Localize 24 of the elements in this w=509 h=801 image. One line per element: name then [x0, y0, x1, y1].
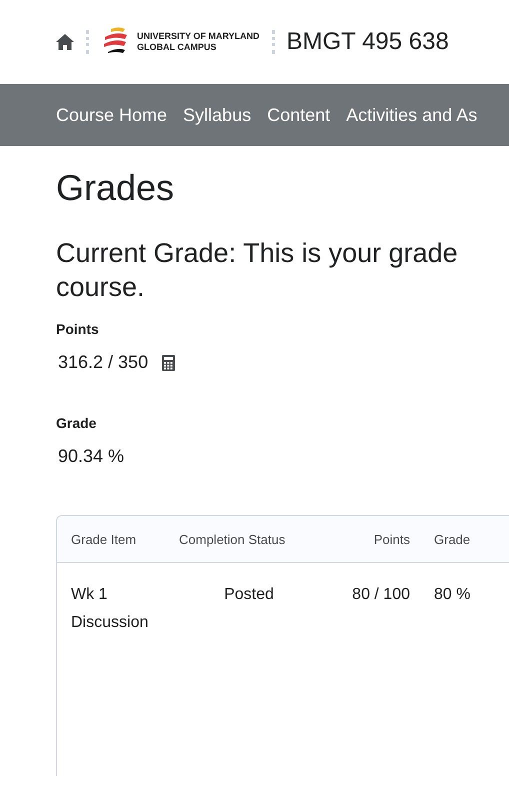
summary-value: 90.34 % [58, 446, 124, 467]
column-header: Grade [434, 532, 472, 546]
column-header: Completion Status [179, 532, 286, 546]
table-cell-text: 80 % [434, 585, 472, 605]
summary-label: Points [56, 321, 100, 337]
calculator-icon[interactable] [162, 354, 176, 370]
logo-text: GLOBAL CAMPUS [137, 42, 218, 53]
nav-link[interactable]: Content [267, 104, 330, 126]
course-title: BMGT 495 638 [286, 28, 449, 56]
table-cell-text: Wk 1 Discussion [71, 585, 150, 633]
column-header: Grade Item [71, 532, 138, 546]
summary-value: 316.2 / 350 [58, 352, 148, 373]
home-icon[interactable] [56, 34, 74, 50]
column-header: Points [372, 532, 411, 546]
summary-label: Grade [56, 415, 98, 431]
nav-link[interactable]: Activities and As [346, 104, 478, 126]
page-title: Grades [56, 166, 176, 210]
nav-link[interactable]: Syllabus [183, 104, 252, 126]
table-cell-text: 80 / 100 [351, 585, 411, 605]
section-heading: Current Grade: This is your grade [56, 237, 459, 270]
section-heading: course. [56, 271, 146, 304]
logo-text: UNIVERSITY OF MARYLAND [137, 31, 260, 42]
table-cell-text: Posted [223, 585, 275, 605]
nav-link[interactable]: Course Home [56, 104, 168, 126]
